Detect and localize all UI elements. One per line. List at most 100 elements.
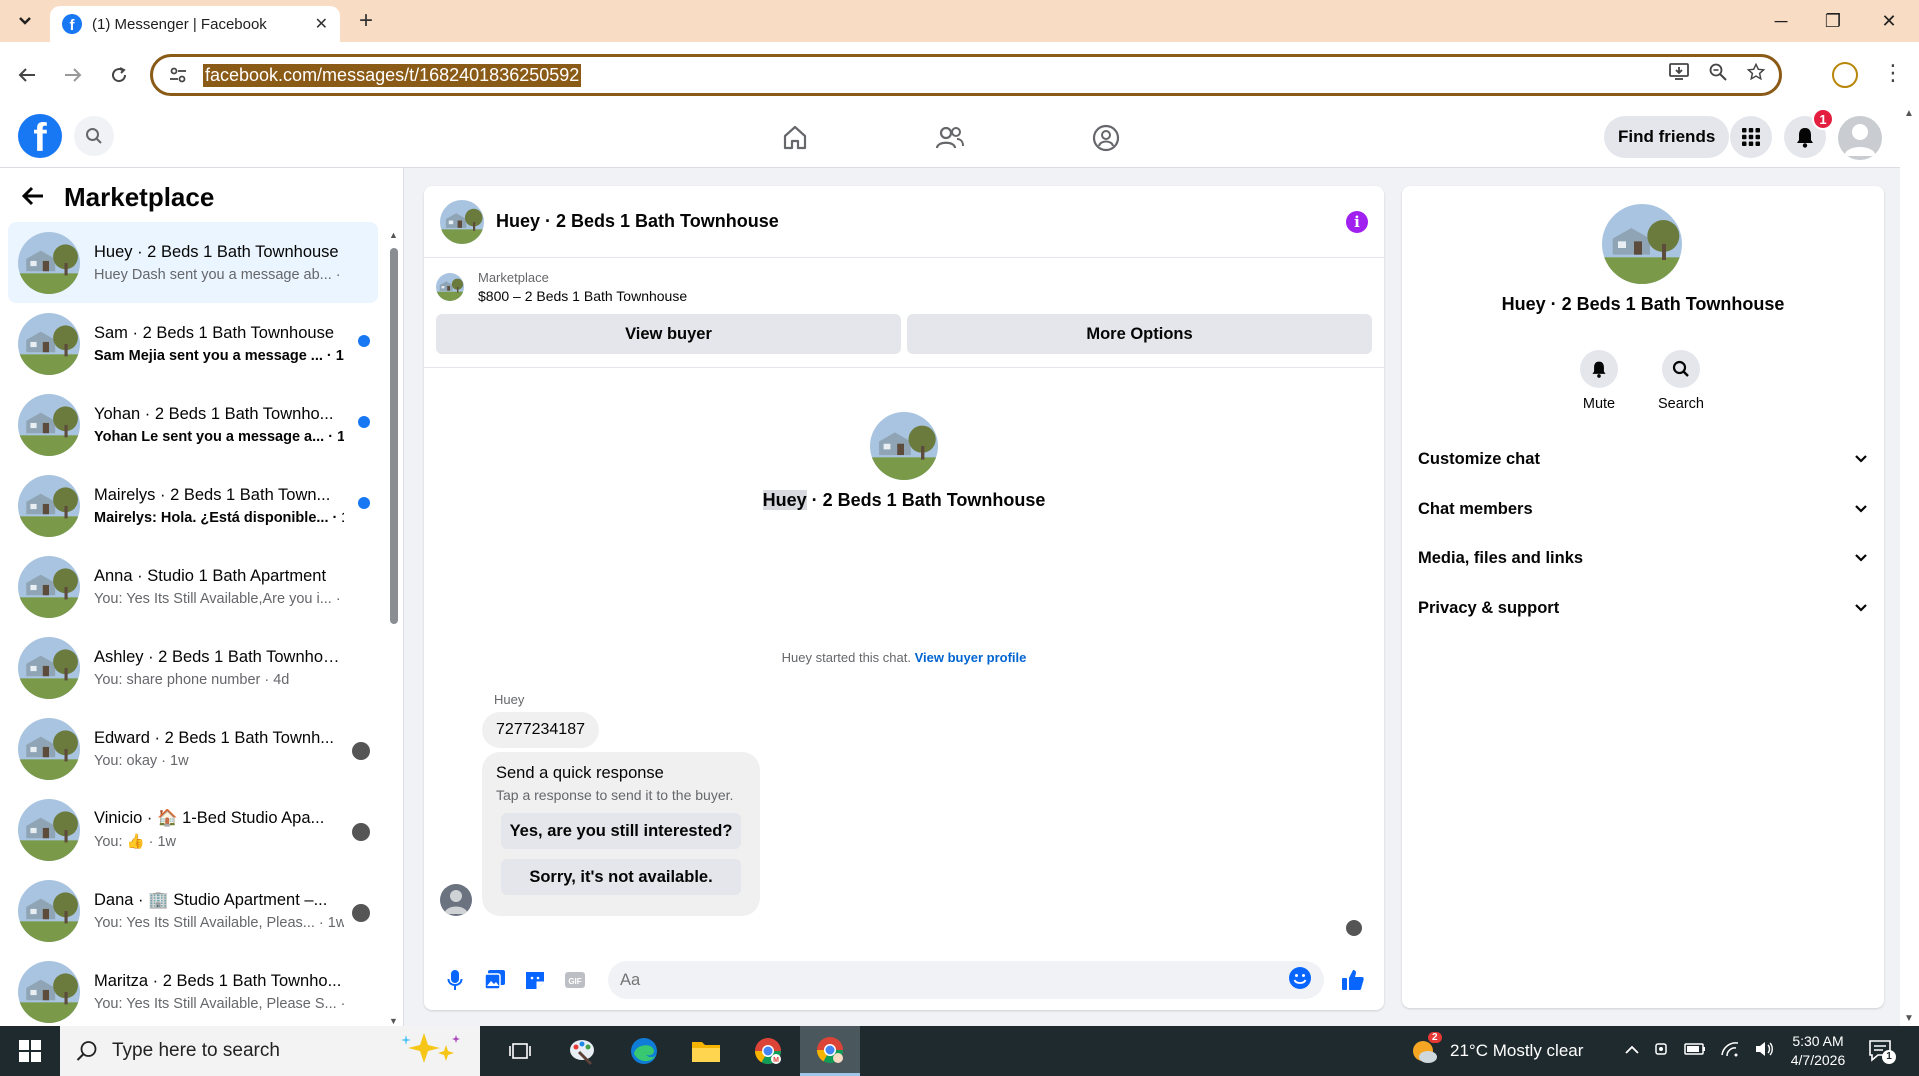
taskbar-app-edge[interactable]: [614, 1026, 674, 1076]
home-nav-button[interactable]: [775, 118, 815, 158]
message-bubble[interactable]: 7277234187: [482, 712, 599, 748]
zoom-icon[interactable]: [1709, 63, 1727, 87]
page-scrollbar[interactable]: ▲ ▼: [1900, 106, 1919, 1026]
find-friends-button[interactable]: Find friends: [1604, 116, 1730, 158]
task-view-button[interactable]: [490, 1026, 550, 1076]
wifi-icon[interactable]: [1720, 1041, 1740, 1062]
browser-tab[interactable]: f (1) Messenger | Facebook ✕: [50, 6, 340, 42]
tab-search-button[interactable]: [10, 8, 40, 34]
read-receipt-avatar: [352, 742, 370, 760]
message-input[interactable]: [620, 970, 1288, 990]
listing-price[interactable]: $800 – 2 Beds 1 Bath Townhouse: [478, 288, 687, 304]
search-label: Search: [1658, 396, 1704, 412]
chat-intro: Huey · 2 Beds 1 Bath Townhouse: [424, 412, 1384, 511]
conversation-item[interactable]: Mairelys · 2 Beds 1 Bath Town... Mairelys…: [8, 465, 378, 546]
folder-icon: [692, 1042, 720, 1062]
default-avatar-icon: [1844, 124, 1876, 156]
weather-widget[interactable]: 2 21°C Mostly clear: [1410, 1026, 1583, 1076]
maximize-button[interactable]: ❐: [1810, 6, 1856, 36]
house-photo-icon: [870, 412, 938, 480]
media-files-links-section[interactable]: Media, files and links: [1418, 538, 1868, 578]
bookmark-star-icon[interactable]: [1746, 62, 1766, 87]
conversation-item[interactable]: Dana · 🏢 Studio Apartment –... You: Yes I…: [8, 870, 378, 951]
sidebar-scrollbar[interactable]: ▲ ▼: [388, 230, 400, 1026]
window-close-button[interactable]: ✕: [1866, 6, 1912, 36]
back-arrow-icon[interactable]: [21, 182, 44, 213]
facebook-search-button[interactable]: [74, 116, 114, 156]
friends-nav-button[interactable]: [930, 118, 970, 158]
scroll-down-arrow-icon[interactable]: ▼: [389, 1016, 398, 1026]
scroll-up-arrow-icon[interactable]: ▲: [1904, 108, 1914, 119]
mute-action[interactable]: Mute: [1564, 350, 1634, 412]
chat-avatar[interactable]: [440, 199, 484, 244]
conversation-name: Dana · 🏢 Studio Apartment –...: [94, 890, 328, 909]
intro-avatar[interactable]: [870, 412, 938, 480]
facebook-header: f Find friends 1: [0, 106, 1900, 168]
taskbar-app-chrome-active[interactable]: [800, 1026, 860, 1076]
facebook-logo-icon[interactable]: f: [18, 114, 62, 158]
conversation-item[interactable]: Vinicio · 🏠 1-Bed Studio Apa... You: 👍 · …: [8, 789, 378, 870]
new-tab-button[interactable]: +: [352, 8, 380, 34]
message-sender-name: Huey: [494, 692, 525, 707]
emoji-button[interactable]: [1288, 966, 1312, 995]
taskbar-app-file-explorer[interactable]: [676, 1026, 736, 1076]
gif-button[interactable]: GIF: [558, 963, 592, 997]
chat-title[interactable]: Huey · 2 Beds 1 Bath Townhouse: [496, 211, 779, 232]
like-button[interactable]: [1336, 963, 1370, 997]
sticker-button[interactable]: [518, 963, 552, 997]
minimize-button[interactable]: ─: [1758, 6, 1804, 36]
battery-icon[interactable]: [1684, 1042, 1706, 1060]
conversation-item[interactable]: Huey · 2 Beds 1 Bath Townhouse Huey Dash …: [8, 222, 378, 303]
taskbar-clock[interactable]: 5:30 AM 4/7/2026: [1768, 1032, 1868, 1070]
conversation-info-icon[interactable]: i: [1346, 210, 1368, 233]
browser-profile-icon[interactable]: [1832, 62, 1858, 88]
conversation-item[interactable]: Sam · 2 Beds 1 Bath Townhouse Sam Mejia s…: [8, 303, 378, 384]
voice-clip-button[interactable]: [438, 963, 472, 997]
back-button[interactable]: [12, 60, 42, 90]
conversation-item[interactable]: Anna · Studio 1 Bath Apartment You: Yes I…: [8, 546, 378, 627]
browser-menu-icon[interactable]: ⋮: [1882, 60, 1904, 86]
search-highlight-icon[interactable]: [398, 1031, 464, 1071]
view-buyer-profile-link[interactable]: View buyer profile: [915, 650, 1027, 665]
conversation-item[interactable]: Edward · 2 Beds 1 Bath Townh... You: okay…: [8, 708, 378, 789]
forward-button[interactable]: [58, 60, 88, 90]
quick-response-still-interested[interactable]: Yes, are you still interested?: [501, 813, 741, 849]
conversation-text: Sam · 2 Beds 1 Bath Townhouse Sam Mejia s…: [94, 324, 344, 364]
address-bar[interactable]: facebook.com/messages/t/1682401836250592: [150, 54, 1782, 96]
conversation-item[interactable]: Yohan · 2 Beds 1 Bath Townho... Yohan Le …: [8, 384, 378, 465]
info-avatar[interactable]: [1602, 204, 1682, 284]
url-text[interactable]: facebook.com/messages/t/1682401836250592: [203, 63, 582, 87]
meet-now-icon[interactable]: [1654, 1041, 1670, 1062]
menu-button[interactable]: [1730, 116, 1772, 158]
chat-members-section[interactable]: Chat members: [1418, 489, 1868, 529]
conversation-text: Vinicio · 🏠 1-Bed Studio Apa... You: 👍 · …: [94, 809, 344, 850]
taskbar-search[interactable]: Type here to search: [60, 1026, 480, 1076]
scroll-up-arrow-icon[interactable]: ▲: [389, 230, 398, 240]
listing-thumbnail[interactable]: [436, 273, 464, 301]
site-settings-icon[interactable]: [167, 64, 189, 86]
house-photo-icon: [18, 312, 80, 375]
start-button[interactable]: [0, 1026, 60, 1076]
scrollbar-thumb[interactable]: [390, 248, 398, 624]
taskbar-app-chrome-gmail[interactable]: M: [738, 1026, 798, 1076]
unread-dot: [358, 416, 370, 428]
show-hidden-icons-chevron-icon[interactable]: [1624, 1042, 1640, 1060]
install-app-icon[interactable]: [1669, 63, 1689, 87]
view-buyer-button[interactable]: View buyer: [436, 314, 901, 354]
conversation-item[interactable]: Maritza · 2 Beds 1 Bath Townho... You: Ye…: [8, 951, 378, 1032]
attach-photo-button[interactable]: [478, 963, 512, 997]
sender-avatar[interactable]: [440, 884, 472, 916]
taskbar-app-paint[interactable]: [552, 1026, 612, 1076]
reload-button[interactable]: [104, 60, 134, 90]
privacy-support-section[interactable]: Privacy & support: [1418, 588, 1868, 628]
conversation-item[interactable]: Ashley · 2 Beds 1 Bath Townhouse You: sha…: [8, 627, 378, 708]
groups-nav-button[interactable]: [1086, 118, 1126, 158]
tab-close-icon[interactable]: ✕: [315, 14, 328, 34]
more-options-button[interactable]: More Options: [907, 314, 1372, 354]
scroll-down-arrow-icon[interactable]: ▼: [1904, 1013, 1914, 1024]
quick-response-not-available[interactable]: Sorry, it's not available.: [501, 859, 741, 895]
action-center-button[interactable]: 1: [1866, 1036, 1896, 1066]
search-action[interactable]: Search: [1646, 350, 1716, 412]
account-avatar[interactable]: [1838, 116, 1882, 160]
customize-chat-section[interactable]: Customize chat: [1418, 439, 1868, 479]
